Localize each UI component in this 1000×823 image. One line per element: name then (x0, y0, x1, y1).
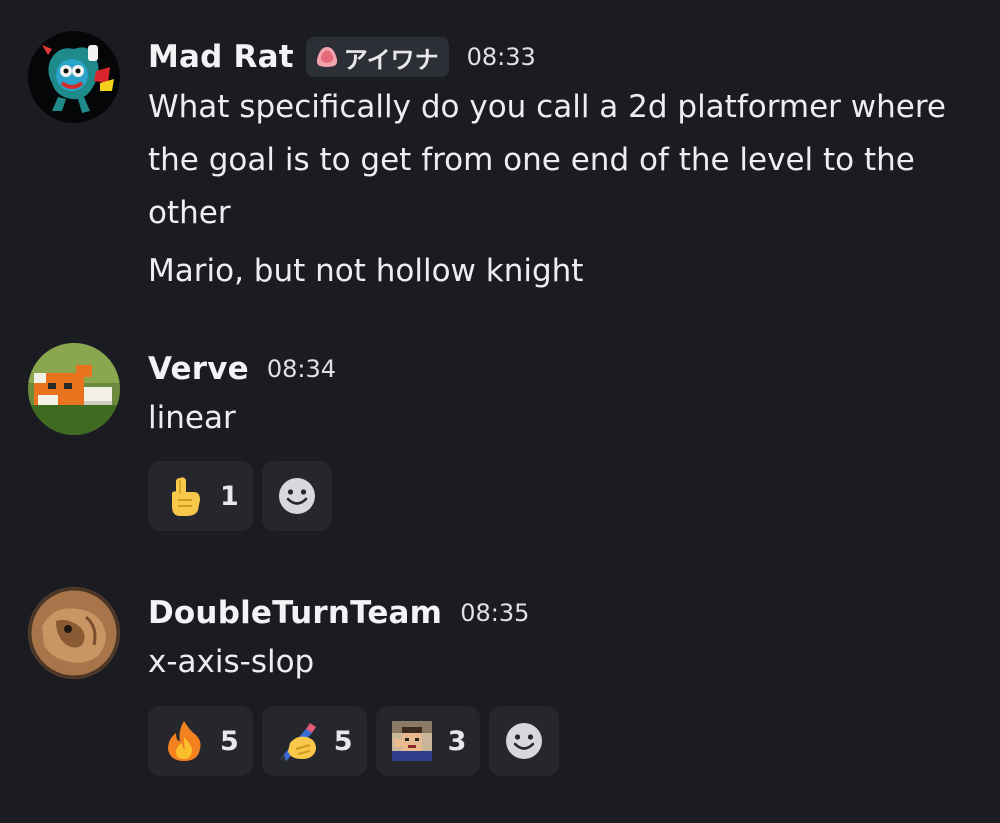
fire-emoji-icon (168, 721, 201, 761)
username[interactable]: DoubleTurnTeam (148, 595, 442, 631)
point-up-emoji-icon (172, 477, 200, 516)
message-line: Mario, but not hollow knight (148, 253, 584, 289)
reaction-writing-hand[interactable]: 5 (261, 706, 367, 776)
smiley-icon (506, 723, 543, 759)
message-content: x-axis-slop (148, 636, 314, 689)
reaction-bar: 5 5 3 (148, 706, 560, 776)
reaction-count: 5 (333, 725, 353, 757)
reaction-count: 3 (447, 725, 467, 757)
avatar-doubleturnteam[interactable] (28, 587, 120, 679)
followup-message: Mario, but not hollow knight (148, 245, 583, 298)
onigiri-icon (316, 47, 337, 67)
username[interactable]: Mad Rat (148, 39, 294, 75)
username[interactable]: Verve (148, 351, 249, 387)
smiley-icon (278, 478, 315, 514)
timestamp[interactable]: 08:35 (460, 599, 529, 627)
message-line: What specifically do you call a 2d platf… (148, 89, 946, 125)
message-content: linear (148, 392, 236, 445)
custom-face-emoji-icon (391, 721, 432, 761)
reaction-custom-face[interactable]: 3 (375, 706, 481, 776)
message-content: What specifically do you call a 2d platf… (148, 81, 946, 240)
message-line: linear (148, 400, 236, 436)
reaction-count: 1 (220, 480, 239, 512)
reaction-fire[interactable]: 5 (148, 706, 253, 776)
message-line: other (148, 195, 231, 231)
server-tag[interactable]: アイワナ (305, 37, 449, 77)
message-line: x-axis-slop (148, 644, 315, 680)
avatar-mad-rat[interactable] (28, 31, 120, 123)
timestamp[interactable]: 08:34 (267, 355, 336, 383)
message-line: the goal is to get from one end of the l… (148, 142, 915, 178)
chat-log: Mad Rat アイワナ 08:33 What specifically do … (0, 0, 1000, 823)
add-reaction-button[interactable] (489, 706, 560, 776)
add-reaction-button[interactable] (261, 461, 332, 531)
reaction-count: 5 (220, 725, 239, 757)
reaction-bar: 1 (148, 461, 332, 531)
timestamp[interactable]: 08:33 (467, 43, 536, 71)
writing-hand-emoji-icon (279, 723, 316, 761)
server-tag-label: アイワナ (343, 45, 439, 74)
avatar-verve[interactable] (28, 343, 120, 435)
reaction-point-up[interactable]: 1 (148, 461, 253, 531)
